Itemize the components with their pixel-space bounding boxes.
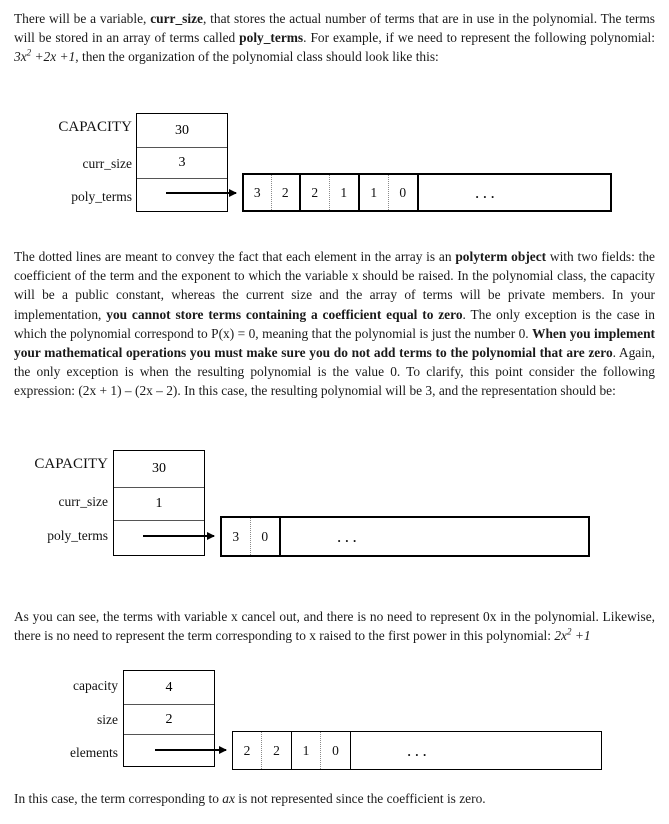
diagram3-element-0-coefficient: 2 <box>233 732 262 769</box>
diagram2-polyterm-0-coefficient: 3 <box>222 518 251 555</box>
intro-polynomial-expression: 3x2 +2x +1 <box>14 47 76 65</box>
diagram1-value-poly-terms-pointer <box>137 179 227 210</box>
diagram1-object-box: 30 3 <box>136 113 228 212</box>
diagram1-polyterm-0-exponent: 2 <box>281 184 289 200</box>
dotted-text-1: The dotted lines are meant to convey the… <box>14 249 456 264</box>
diagram2-object-box: 30 1 <box>113 450 205 556</box>
diagram1-polyterm-0-coefficient: 3 <box>244 175 272 210</box>
diagram1-array-ellipsis: ... <box>475 182 499 202</box>
diagram2-pointer-arrow <box>143 531 215 540</box>
diagram3-element-0-exponent: 2 <box>273 742 280 758</box>
diagram1-polyterm-2: 1 0 <box>360 175 419 210</box>
diagram2-array-box: 3 0 ... <box>220 516 590 557</box>
paragraph-cancel-out: As you can see, the terms with variable … <box>14 607 655 645</box>
paragraph-final-note: In this case, the term corresponding to … <box>14 789 655 808</box>
dotted-bold-no-zero-coefficient: you cannot store terms containing a coef… <box>106 306 463 322</box>
diagram2-label-curr-size: curr_size <box>58 494 108 509</box>
diagram1-label-capacity: CAPACITY <box>58 119 132 135</box>
diagram2-value-poly-terms-pointer <box>114 521 204 554</box>
paragraph-dotted-lines: The dotted lines are meant to convey the… <box>14 247 655 401</box>
diagram2-polyterm-0-exponent: 0 <box>261 528 269 544</box>
diagram3-element-1-coefficient: 1 <box>292 732 321 769</box>
diagram3-value-size: 2 <box>124 705 214 735</box>
intro-text-1: There will be a variable, <box>14 11 151 26</box>
diagram3-element-0: 2 2 <box>233 732 292 769</box>
diagram1-value-capacity: 30 <box>137 114 227 148</box>
diagram1-array-box: 3 2 2 1 1 0 ... <box>242 173 612 212</box>
diagram1-polyterm-2-coefficient: 1 <box>360 175 389 210</box>
diagram3-value-capacity: 4 <box>124 671 214 705</box>
final-text-1: In this case, the term corresponding to <box>14 791 223 806</box>
diagram3-label-size: size <box>97 712 118 727</box>
diagram3-array-ellipsis: ... <box>407 740 431 760</box>
final-text-2: is not represented since the coefficient… <box>234 791 486 806</box>
diagram1-value-curr-size: 3 <box>137 148 227 179</box>
diagram3-array-box: 2 2 1 0 ... <box>232 731 602 770</box>
diagram2-polyterm-0: 3 0 <box>222 518 281 555</box>
intro-bold-poly-terms: poly_terms <box>239 30 304 46</box>
diagram1-label-poly-terms: poly_terms <box>71 189 132 204</box>
diagram1-label-curr-size: curr_size <box>82 156 132 171</box>
diagram2-label-capacity: CAPACITY <box>34 456 108 472</box>
diagram1-polyterm-0: 3 2 <box>244 175 301 210</box>
diagram1-pointer-arrow <box>166 188 237 197</box>
diagram3-element-1-exponent: 0 <box>332 742 339 758</box>
intro-text-4: , then the organization of the polynomia… <box>75 49 439 65</box>
diagram1-polyterm-1-coefficient: 2 <box>301 175 330 210</box>
diagram3-pointer-arrow <box>155 745 227 754</box>
dotted-bold-polyterm-object: polyterm object <box>455 249 547 264</box>
paragraph-intro: There will be a variable, curr_size, tha… <box>14 9 655 67</box>
diagram1-polyterm-1-exponent: 1 <box>340 184 348 200</box>
intro-bold-curr-size: curr_size <box>150 11 203 26</box>
diagram3-object-box: 4 2 <box>123 670 215 767</box>
final-math-ax: ax <box>222 791 235 806</box>
diagram2-value-capacity: 30 <box>114 451 204 488</box>
diagram1-polyterm-1: 2 1 <box>301 175 360 210</box>
diagram3-label-capacity: capacity <box>73 678 118 693</box>
diagram2-label-poly-terms: poly_terms <box>47 528 108 543</box>
diagram3-element-1: 1 0 <box>292 732 351 769</box>
diagram2-array-ellipsis: ... <box>337 526 361 546</box>
intro-text-3: . For example, if we need to represent t… <box>303 30 655 46</box>
cancel-polynomial-expression: 2x2 +1 <box>554 626 591 644</box>
diagram2-value-curr-size: 1 <box>114 488 204 521</box>
diagram3-label-elements: elements <box>70 745 118 760</box>
diagram1-polyterm-2-exponent: 0 <box>399 184 407 200</box>
